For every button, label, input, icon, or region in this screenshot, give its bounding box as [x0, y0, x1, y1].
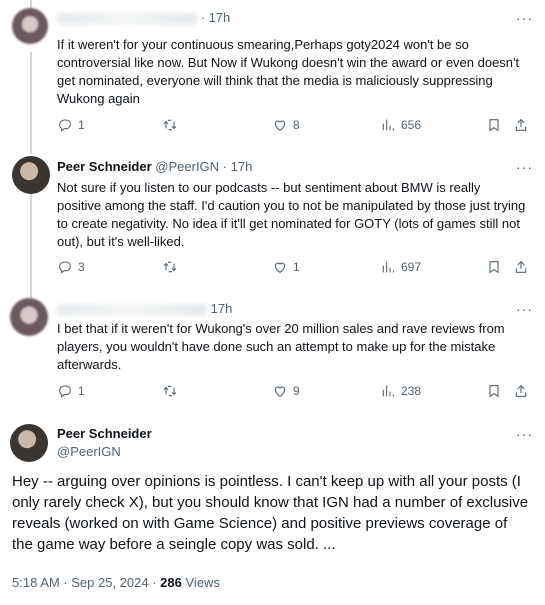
share-button[interactable] [513, 117, 534, 133]
tweet-header: · 17h [57, 10, 230, 25]
avatar[interactable] [10, 424, 48, 462]
reply-button[interactable]: 1 [57, 383, 85, 399]
tweet-time[interactable]: 17h [211, 301, 233, 316]
tweet-header: 17h [57, 301, 232, 316]
author-handle[interactable]: @PeerIGN · 17h [155, 159, 252, 174]
like-icon [274, 262, 286, 273]
more-icon[interactable]: ··· [516, 159, 533, 175]
more-icon[interactable]: ··· [516, 301, 533, 317]
views-icon [382, 119, 394, 131]
tweet-actions: 3 1 697 [57, 259, 535, 279]
avatar[interactable] [10, 298, 48, 336]
tweet-header: Peer Schneider @PeerIGN · 17h [57, 159, 252, 174]
more-icon[interactable]: ··· [516, 10, 533, 26]
views-count: 656 [401, 118, 422, 132]
reply-icon [59, 119, 71, 132]
tweet-text: I bet that if it weren't for Wukong's ov… [57, 321, 505, 372]
author-name[interactable]: Peer Schneider [57, 159, 152, 174]
avatar[interactable] [12, 156, 50, 194]
like-button[interactable]: 8 [272, 117, 300, 133]
tweet-actions: 1 9 238 [57, 383, 535, 403]
like-button[interactable]: 1 [272, 259, 300, 275]
tweet-text: Hey -- arguing over opinions is pointles… [12, 473, 529, 553]
tweet-time[interactable]: · 17h [201, 10, 231, 25]
focal-tweet: Peer Schneider @PeerIGN ··· Hey -- argui… [0, 413, 545, 605]
more-icon[interactable]: ··· [516, 426, 533, 442]
reply-count: 1 [78, 384, 85, 398]
like-count: 1 [293, 260, 300, 274]
retweet-icon [163, 261, 177, 273]
retweet-button[interactable] [162, 259, 183, 275]
views-icon [382, 385, 394, 397]
tweet-timestamp[interactable]: 5:18 AM · Sep 25, 2024 · [12, 575, 157, 590]
share-icon [515, 384, 527, 397]
views-icon [382, 261, 394, 273]
retweet-icon [163, 385, 177, 397]
share-button[interactable] [513, 383, 534, 399]
reply-count: 1 [78, 118, 85, 132]
like-icon [274, 120, 286, 131]
views-count: 697 [401, 260, 422, 274]
views-button[interactable]: 238 [380, 383, 421, 399]
tweet-text: Not sure if you listen to our podcasts -… [57, 180, 526, 249]
like-icon [274, 386, 286, 397]
bookmark-icon [489, 119, 499, 132]
tweet-meta: 5:18 AM · Sep 25, 2024 · 286 Views [12, 575, 220, 590]
tweet-3[interactable]: 17h ··· I bet that if it weren't for Wuk… [0, 288, 545, 413]
share-icon [515, 260, 527, 273]
author-handle[interactable]: @PeerIGN [57, 444, 121, 459]
share-button[interactable] [513, 259, 534, 275]
bookmark-button[interactable] [486, 117, 507, 133]
retweet-icon [163, 119, 177, 131]
author-name[interactable]: Peer Schneider [57, 426, 152, 441]
like-button[interactable]: 9 [272, 383, 300, 399]
bookmark-icon [489, 261, 499, 274]
avatar[interactable] [12, 8, 48, 44]
redacted-name [57, 12, 197, 25]
retweet-button[interactable] [162, 383, 183, 399]
tweet-actions: 1 8 656 [57, 117, 535, 137]
views-count: 286 [160, 575, 182, 590]
retweet-button[interactable] [162, 117, 183, 133]
tweet-text: If it weren't for your continuous smeari… [57, 37, 520, 106]
tweet-1[interactable]: · 17h ··· If it weren't for your continu… [0, 0, 545, 145]
bookmark-button[interactable] [486, 259, 507, 275]
reply-icon [59, 261, 71, 274]
redacted-name [57, 303, 207, 316]
views-count: 238 [401, 384, 422, 398]
share-icon [515, 118, 527, 131]
views-label: Views [185, 575, 220, 590]
views-button[interactable]: 656 [380, 117, 421, 133]
reply-button[interactable]: 3 [57, 259, 85, 275]
reply-button[interactable]: 1 [57, 117, 85, 133]
tweet-2[interactable]: Peer Schneider @PeerIGN · 17h ··· Not su… [0, 145, 545, 288]
bookmark-icon [489, 385, 499, 398]
reply-count: 3 [78, 260, 85, 274]
views-button[interactable]: 697 [380, 259, 421, 275]
bookmark-button[interactable] [486, 383, 507, 399]
reply-icon [59, 385, 71, 398]
like-count: 8 [293, 118, 300, 132]
like-count: 9 [293, 384, 300, 398]
